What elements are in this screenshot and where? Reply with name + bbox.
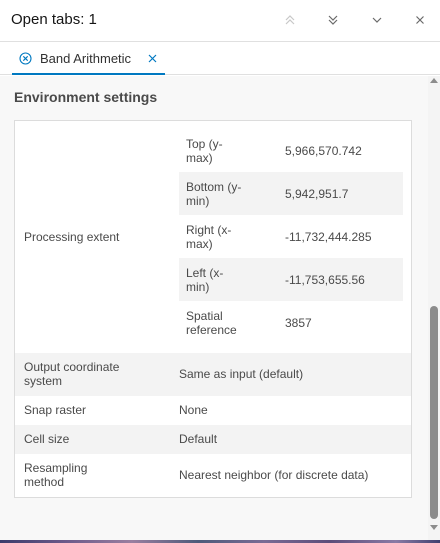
table-row-output-coordinate-system: Output coordinate system Same as input (… (15, 353, 411, 396)
status-circle-x-icon (19, 51, 32, 65)
setting-value: Nearest neighbor (for discrete data) (179, 468, 369, 482)
table-row-cell-size: Cell size Default (15, 425, 411, 454)
setting-value: Same as input (default) (179, 367, 304, 381)
tab-close-icon[interactable] (147, 53, 158, 64)
extent-row-top: Top (y-max) 5,966,570.742 (179, 129, 403, 172)
panel-header: Open tabs: 1 (0, 0, 440, 42)
environment-settings-table: Processing extent Top (y-max) 5,966,570.… (14, 120, 412, 498)
open-tabs-title: Open tabs: 1 (11, 11, 97, 28)
tab-band-arithmetic[interactable]: Band Arithmetic (12, 43, 165, 75)
extent-value: 3857 (285, 316, 312, 330)
extent-value: 5,942,951.7 (285, 187, 349, 201)
extent-label: Top (y-max) (186, 137, 223, 165)
setting-label: Cell size (24, 432, 70, 446)
close-panel-button[interactable] (410, 10, 430, 30)
extent-row-left: Left (x-min) -11,753,655.56 (179, 258, 403, 301)
extent-row-spatial-reference: Spatial reference 3857 (179, 301, 403, 344)
extent-value: 5,966,570.742 (285, 144, 362, 158)
collapse-all-button[interactable] (280, 10, 300, 30)
extent-label: Right (x-max) (186, 223, 232, 251)
extent-label: Spatial reference (186, 309, 237, 337)
collapse-panel-button[interactable] (367, 10, 387, 30)
tab-bar: Band Arithmetic (0, 43, 440, 75)
tab-label: Band Arithmetic (40, 50, 132, 66)
extent-value: -11,732,444.285 (285, 230, 372, 244)
setting-value: None (179, 403, 208, 417)
table-row-snap-raster: Snap raster None (15, 396, 411, 425)
extent-value: -11,753,655.56 (285, 273, 365, 287)
setting-label: Snap raster (24, 403, 87, 417)
section-title: Environment settings (14, 89, 158, 105)
vertical-scrollbar[interactable] (428, 76, 440, 540)
setting-label: Output coordinate system (24, 360, 120, 388)
close-icon (416, 16, 424, 24)
extent-label: Left (x-min) (186, 266, 224, 294)
scrollbar-thumb[interactable] (430, 306, 438, 519)
table-row-processing-extent: Processing extent Top (y-max) 5,966,570.… (15, 121, 411, 353)
table-row-resampling-method: Resampling method Nearest neighbor (for … (15, 454, 411, 497)
expand-all-button[interactable] (323, 10, 343, 30)
extent-row-bottom: Bottom (y-min) 5,942,951.7 (179, 172, 403, 215)
setting-label: Resampling method (24, 461, 88, 489)
tab-content: Environment settings Processing extent T… (0, 76, 428, 540)
setting-value: Default (179, 432, 218, 446)
processing-extent-label: Processing extent (24, 230, 120, 244)
scroll-down-arrow-icon[interactable] (430, 525, 438, 531)
extent-row-right: Right (x-max) -11,732,444.285 (179, 215, 403, 258)
extent-label: Bottom (y-min) (186, 180, 242, 208)
double-chevron-up-icon (285, 15, 295, 25)
chevron-down-icon (372, 17, 382, 23)
double-chevron-down-icon (328, 15, 338, 25)
scroll-up-arrow-icon[interactable] (430, 77, 438, 83)
